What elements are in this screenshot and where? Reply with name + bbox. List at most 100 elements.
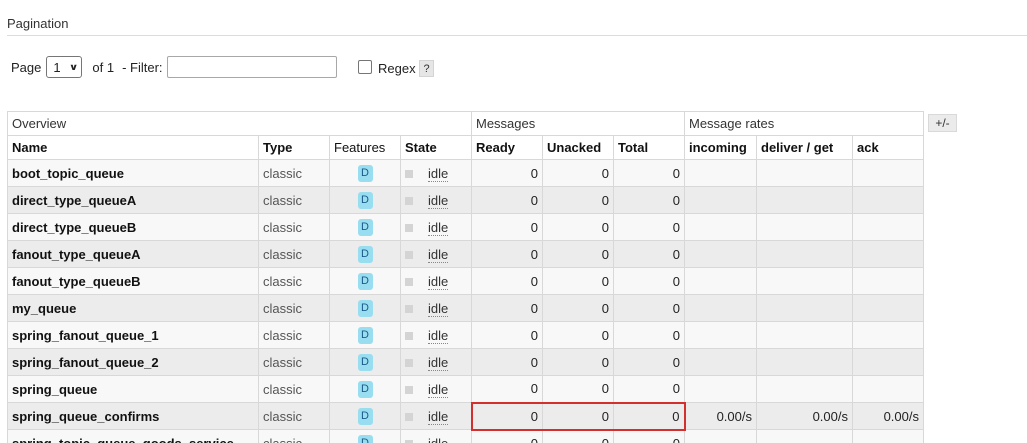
messages-ready: 0 [471,159,543,187]
table-row[interactable]: spring_queue_confirms classic Didle 0 0 0 0.00… [7,401,924,431]
queue-name-link[interactable]: direct_type_queueA [7,186,259,214]
col-deliver-get[interactable]: deliver / get [756,135,853,160]
rate-incoming [684,186,757,214]
state-text: idle [428,273,449,290]
table-row[interactable]: spring_queue classic Didle 0 0 0 [7,375,924,403]
queue-name-link[interactable]: fanout_type_queueA [7,240,259,268]
queue-name-link[interactable]: direct_type_queueB [7,213,259,241]
messages-unacked: 0 [542,294,614,322]
queue-type: classic [258,402,330,430]
regex-label: Regex [378,61,416,76]
toggle-columns-button[interactable]: +/- [928,114,957,132]
rate-deliver-get [756,429,853,443]
col-incoming[interactable]: incoming [684,135,757,160]
queue-name-link[interactable]: my_queue [7,294,259,322]
table-row[interactable]: direct_type_queueA classic Didle 0 0 0 [7,186,924,214]
queue-state: idle [400,402,472,430]
pagination-controls: Page 1 ∨ of 1 - Filter: [11,55,337,79]
state-indicator-icon [405,224,413,233]
table-row[interactable]: my_queue classic Didle 0 0 0 [7,294,924,322]
queue-type: classic [258,348,330,376]
rate-deliver-get [756,267,853,295]
rate-deliver-get [756,186,853,214]
durable-badge: D [357,219,373,236]
rate-deliver-get [756,321,853,349]
state-indicator-icon [405,251,413,260]
col-type[interactable]: Type [258,135,330,160]
messages-unacked: 0 [542,267,614,295]
pagination-section-title[interactable]: Pagination [7,16,68,31]
queue-type: classic [258,375,330,403]
messages-ready: 0 [471,240,543,268]
queue-name-link[interactable]: spring_queue_confirms [7,402,259,430]
rate-incoming [684,240,757,268]
state-text: idle [428,408,449,425]
queue-state: idle [400,321,472,349]
queue-state: idle [400,213,472,241]
queue-name-link[interactable]: fanout_type_queueB [7,267,259,295]
messages-total: 0 [613,429,685,443]
rate-ack [852,375,924,403]
queue-state: idle [400,348,472,376]
table-row[interactable]: fanout_type_queueA classic Didle 0 0 0 [7,240,924,268]
queue-name-link[interactable]: spring_queue [7,375,259,403]
table-row[interactable]: direct_type_queueB classic Didle 0 0 0 [7,213,924,241]
durable-badge: D [357,165,373,182]
messages-total: 0 [613,321,685,349]
regex-checkbox[interactable] [358,60,372,74]
queue-name-link[interactable]: boot_topic_queue [7,159,259,187]
regex-help-button[interactable]: ? [419,60,434,77]
rate-ack [852,186,924,214]
durable-badge: D [357,246,373,263]
messages-ready: 0 [471,294,543,322]
queue-features: D [329,159,401,187]
rate-ack [852,159,924,187]
state-indicator-icon [405,332,413,341]
rate-ack [852,348,924,376]
page-select[interactable]: 1 ∨ [46,56,83,78]
rate-deliver-get [756,348,853,376]
queue-name-link[interactable]: spring_topic_queue_goods_service [7,429,259,443]
messages-unacked: 0 [542,429,614,443]
messages-total: 0 [613,240,685,268]
messages-ready: 0 [471,375,543,403]
messages-total: 0 [613,375,685,403]
queues-page: Pagination Page 1 ∨ of 1 - Filter: Regex… [0,0,1027,443]
column-group-row: Overview Messages Message rates [7,111,924,136]
table-row[interactable]: fanout_type_queueB classic Didle 0 0 0 [7,267,924,295]
rate-ack [852,267,924,295]
col-ready[interactable]: Ready [471,135,543,160]
queue-type: classic [258,294,330,322]
col-total[interactable]: Total [613,135,685,160]
group-message-rates: Message rates [684,111,924,136]
table-row[interactable]: boot_topic_queue classic Didle 0 0 0 [7,159,924,187]
rate-ack [852,294,924,322]
table-row[interactable]: spring_fanout_queue_2 classic Didle 0 0 0 [7,348,924,376]
messages-total: 0 [613,267,685,295]
rate-incoming [684,429,757,443]
col-unacked[interactable]: Unacked [542,135,614,160]
col-features[interactable]: Features [329,135,401,160]
queue-name-link[interactable]: spring_fanout_queue_2 [7,348,259,376]
durable-badge: D [357,408,373,425]
table-row[interactable]: spring_fanout_queue_1 classic Didle 0 0 0 [7,321,924,349]
state-indicator-icon [405,413,413,422]
group-messages: Messages [471,111,685,136]
durable-badge: D [357,381,373,398]
queue-state: idle [400,159,472,187]
queue-features: D [329,240,401,268]
messages-total: 0 [613,401,686,431]
col-name[interactable]: Name [7,135,259,160]
messages-total: 0 [613,213,685,241]
col-ack[interactable]: ack [852,135,924,160]
queue-features: D [329,321,401,349]
rate-ack [852,213,924,241]
durable-badge: D [357,273,373,290]
messages-total: 0 [613,186,685,214]
state-text: idle [428,381,449,398]
table-row[interactable]: spring_topic_queue_goods_service classic D… [7,429,924,443]
filter-input[interactable] [166,56,337,78]
queue-name-link[interactable]: spring_fanout_queue_1 [7,321,259,349]
rate-ack [852,240,924,268]
col-state[interactable]: State [400,135,472,160]
